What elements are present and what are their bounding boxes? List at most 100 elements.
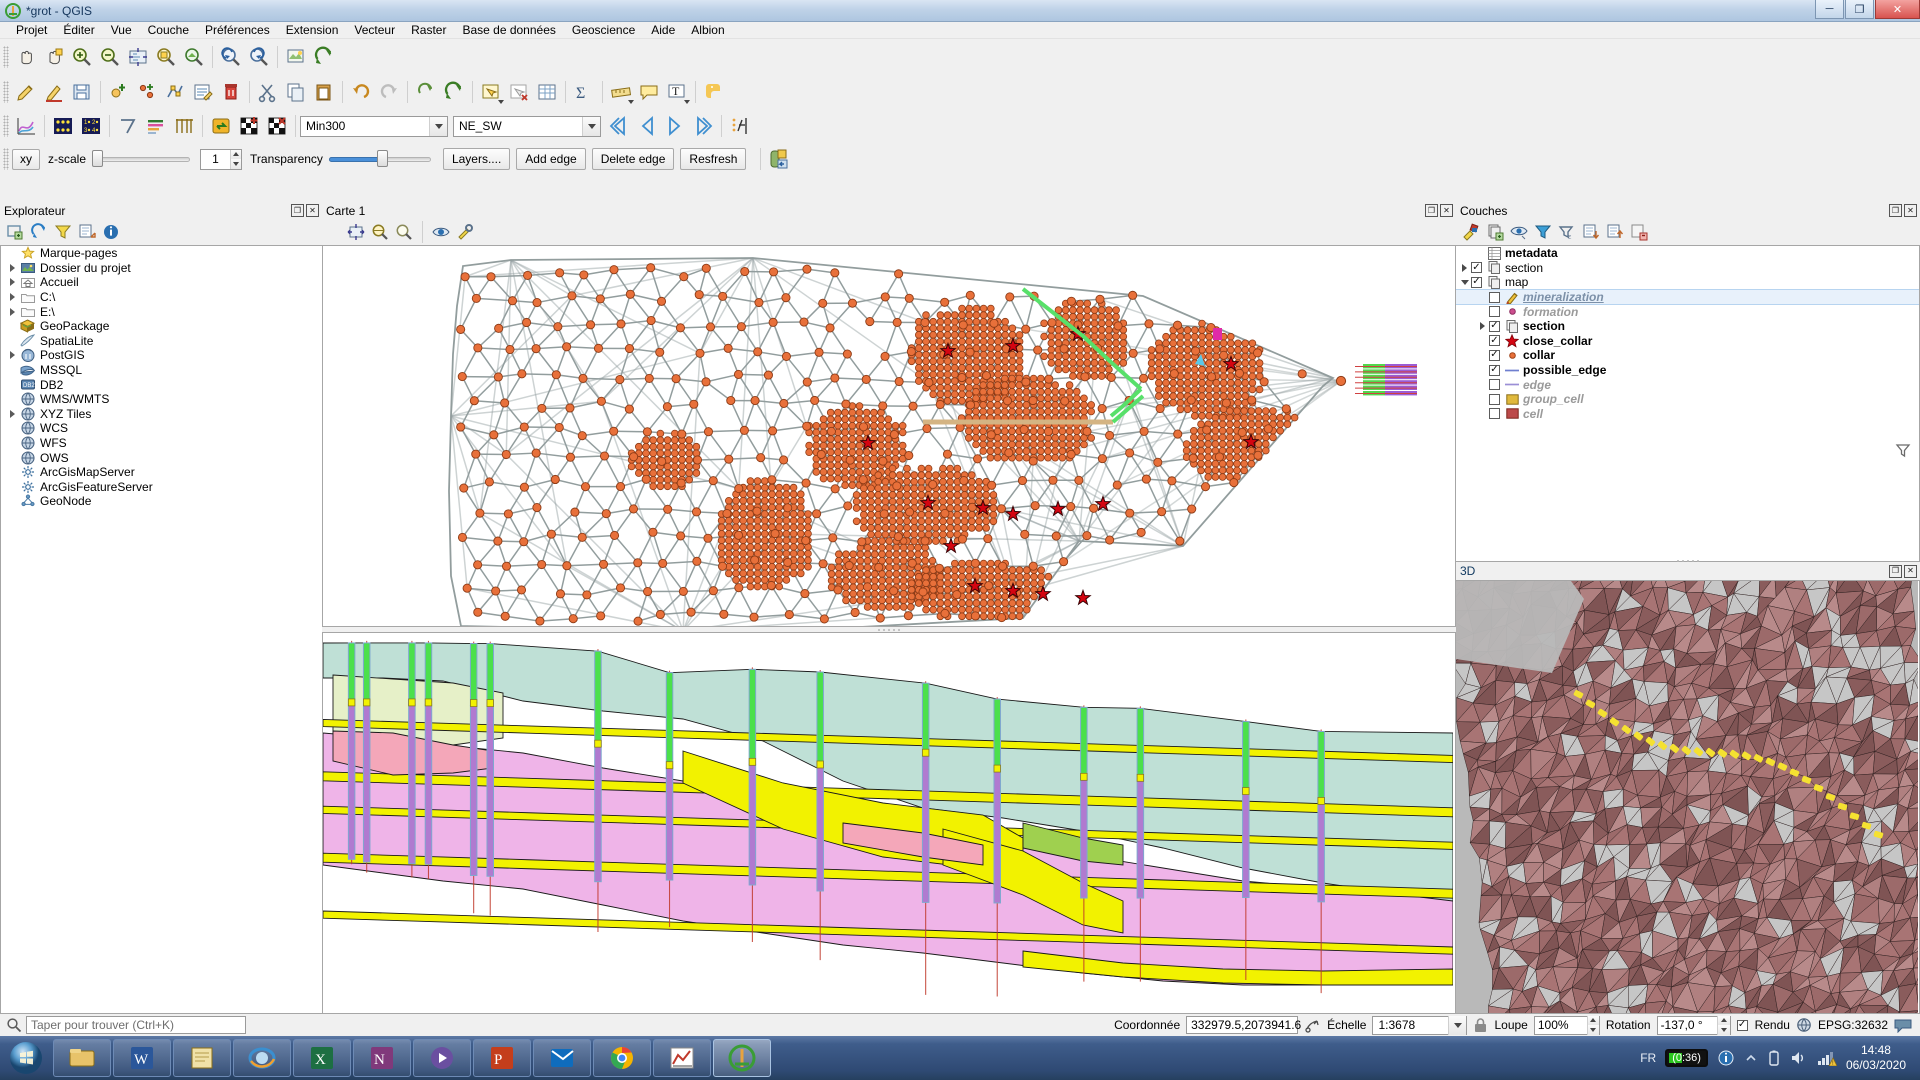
zscale-slider[interactable]: [92, 150, 190, 168]
taskbar-item-explorer[interactable]: [53, 1039, 111, 1077]
expand-arrow-icon[interactable]: [5, 264, 19, 272]
locator-input[interactable]: Taper pour trouver (Ctrl+K): [26, 1016, 246, 1034]
pan-to-selection-icon[interactable]: [40, 43, 68, 71]
layer-item-possible-edge[interactable]: ✓possible_edge: [1456, 363, 1919, 378]
explorer-item-arcgisfeatureserver[interactable]: ArcGisFeatureServer: [1, 480, 322, 495]
menubar[interactable]: Projet Éditer Vue Couche Préférences Ext…: [0, 22, 1920, 39]
redo-icon[interactable]: [375, 78, 403, 106]
expand-arrow-icon[interactable]: [5, 351, 19, 359]
taskbar-item-onenote[interactable]: N: [353, 1039, 411, 1077]
transparency-slider[interactable]: [329, 150, 431, 168]
zscale-slider-handle[interactable]: [92, 150, 103, 167]
layer-item-mineralization[interactable]: mineralization: [1456, 290, 1919, 305]
section-hatch-icon[interactable]: [170, 112, 198, 140]
expand-arrow-icon[interactable]: [1458, 264, 1471, 272]
explorer-item-c[interactable]: C:\: [1, 290, 322, 305]
lock-icon[interactable]: [1473, 1017, 1488, 1034]
explorer-item-accueil[interactable]: Accueil: [1, 275, 322, 290]
layer-visibility-checkbox[interactable]: [1489, 292, 1500, 303]
layer-visibility-checkbox[interactable]: [1489, 306, 1500, 317]
explorer-item-spatialite[interactable]: SpatiaLite: [1, 334, 322, 349]
paste-features-icon[interactable]: [310, 78, 338, 106]
messages-log-icon[interactable]: [1894, 1017, 1912, 1033]
current-edits-icon[interactable]: [12, 78, 40, 106]
rotate-feature-icon[interactable]: [412, 78, 440, 106]
add-section-icon[interactable]: [235, 112, 263, 140]
explorer-item-geopackage[interactable]: GeoPackage: [1, 319, 322, 334]
expand-arrow-icon[interactable]: [1476, 322, 1489, 330]
taskbar-item-media-player[interactable]: [413, 1039, 471, 1077]
layers-button[interactable]: Layers....: [443, 148, 510, 170]
new-map-view-icon[interactable]: [282, 43, 310, 71]
menu-preferences[interactable]: Préférences: [197, 22, 278, 38]
taskbar-item-qgis[interactable]: [713, 1039, 771, 1077]
taskbar-item-chart-app[interactable]: [653, 1039, 711, 1077]
modify-attributes-icon[interactable]: [189, 78, 217, 106]
menu-vecteur[interactable]: Vecteur: [346, 22, 403, 38]
layer-item-map[interactable]: ✓map: [1456, 275, 1919, 290]
expand-all-icon[interactable]: [1581, 222, 1601, 242]
add-point-feature-icon[interactable]: [133, 78, 161, 106]
layers-close-button[interactable]: ✕: [1904, 204, 1917, 217]
map-canvas[interactable]: [322, 245, 1456, 627]
explorer-item-marque-pages[interactable]: Marque-pages: [1, 246, 322, 261]
deselect-icon[interactable]: [505, 78, 533, 106]
clock[interactable]: 14:48 06/03/2020: [1846, 1043, 1914, 1073]
layer-visibility-checkbox[interactable]: ✓: [1489, 335, 1500, 346]
section-canvas-graphics[interactable]: [323, 633, 1453, 1013]
toolbar-grip[interactable]: [3, 115, 9, 137]
section-canvas[interactable]: [322, 632, 1456, 1014]
zoom-in-icon[interactable]: [68, 43, 96, 71]
zscale-value-spinner[interactable]: [200, 149, 242, 170]
layer-item-cell[interactable]: cell: [1456, 407, 1919, 422]
panel-3d-view[interactable]: [1456, 580, 1920, 1014]
explorer-item-postgis[interactable]: PostGIS: [1, 348, 322, 363]
explorer-item-wcs[interactable]: WCS: [1, 421, 322, 436]
section-polyline-icon[interactable]: [114, 112, 142, 140]
layer-item-group-cell[interactable]: group_cell: [1456, 392, 1919, 407]
pan-map-icon[interactable]: [12, 43, 40, 71]
toolbar-grip[interactable]: [3, 81, 9, 103]
menu-geoscience[interactable]: Geoscience: [564, 22, 643, 38]
menu-base-de-donnees[interactable]: Base de données: [454, 22, 563, 38]
filter-legend-icon[interactable]: [1533, 222, 1553, 242]
save-layer-edits-icon[interactable]: [68, 78, 96, 106]
explorer-item-wms-wmts[interactable]: WMS/WMTS: [1, 392, 322, 407]
zoom-last-icon[interactable]: [217, 43, 245, 71]
menu-vue[interactable]: Vue: [103, 22, 140, 38]
layer-item-section[interactable]: ✓section: [1456, 261, 1919, 276]
rotation-input[interactable]: [1658, 1018, 1718, 1032]
chevron-down-icon[interactable]: [429, 117, 447, 136]
render-checkbox[interactable]: ✓: [1737, 1020, 1748, 1031]
layer-visibility-checkbox[interactable]: ✓: [1471, 277, 1482, 288]
map-float-button[interactable]: ❐: [1425, 204, 1438, 217]
layer-item-collar[interactable]: ✓collar: [1456, 348, 1919, 363]
crs-globe-icon[interactable]: [1796, 1017, 1812, 1033]
xy-button[interactable]: xy: [12, 149, 40, 170]
statistical-summary-icon[interactable]: Σ: [570, 78, 598, 106]
transparency-slider-handle[interactable]: [377, 150, 388, 167]
zscale-input[interactable]: [201, 152, 230, 166]
settings-icon[interactable]: [455, 222, 475, 242]
refresh-icon[interactable]: [310, 43, 338, 71]
add-feature-icon[interactable]: [105, 78, 133, 106]
open-attribute-table-icon[interactable]: [533, 78, 561, 106]
explorer-item-xyz-tiles[interactable]: XYZ Tiles: [1, 407, 322, 422]
undo-icon[interactable]: [347, 78, 375, 106]
toggle-editing-icon[interactable]: [40, 78, 68, 106]
toolbar-grip[interactable]: [3, 148, 9, 170]
section-name-combo[interactable]: Min300: [300, 116, 448, 137]
expand-arrow-icon[interactable]: [5, 278, 19, 286]
layer-visibility-checkbox[interactable]: ✓: [1489, 350, 1500, 361]
copy-features-icon[interactable]: [282, 78, 310, 106]
window-controls[interactable]: ─ ❐ ✕: [1814, 0, 1920, 21]
filter-icon[interactable]: [53, 222, 73, 242]
menu-couche[interactable]: Couche: [140, 22, 197, 38]
previous-section-icon[interactable]: [633, 112, 661, 140]
layer-filter-indicator-icon[interactable]: [1895, 442, 1911, 458]
layers-tree[interactable]: metadata✓section✓mapmineralizationformat…: [1456, 245, 1920, 562]
taskbar-item-excel[interactable]: X: [293, 1039, 351, 1077]
spin-up-icon[interactable]: [1588, 1016, 1599, 1026]
python-console-icon[interactable]: [700, 78, 728, 106]
network-warning-icon[interactable]: !: [1817, 1050, 1837, 1066]
